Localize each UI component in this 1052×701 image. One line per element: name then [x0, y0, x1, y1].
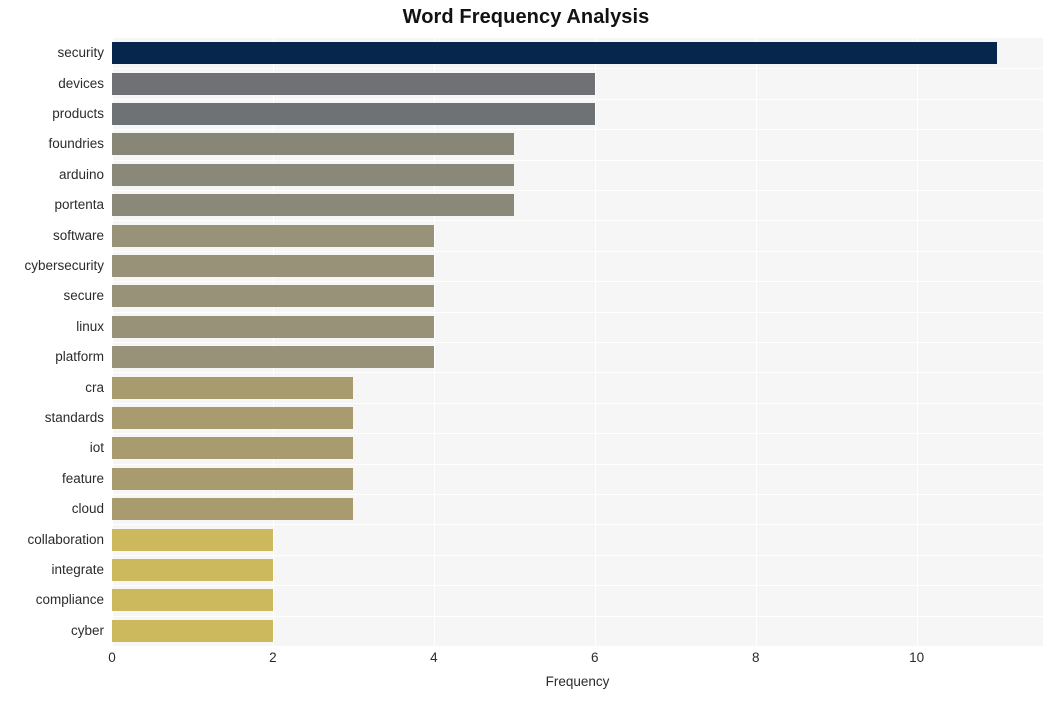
- y-gridline: [112, 433, 1043, 435]
- y-axis-tick-label: integrate: [51, 562, 104, 577]
- y-axis-tick-label: secure: [63, 288, 104, 304]
- y-axis-tick-label: iot: [89, 440, 104, 456]
- y-gridline: [112, 98, 1043, 100]
- y-gridline: [112, 311, 1043, 313]
- y-axis-tick-label: cra: [85, 379, 104, 395]
- bar[interactable]: [112, 619, 273, 642]
- y-axis-tick-label: software: [52, 227, 104, 243]
- plot-area: [112, 38, 1043, 646]
- bar[interactable]: [112, 255, 434, 277]
- bar[interactable]: [112, 407, 354, 429]
- bar[interactable]: [112, 528, 273, 551]
- y-gridline: [112, 615, 1043, 617]
- y-gridline: [112, 554, 1043, 556]
- y-axis-tick-label: devices: [58, 75, 104, 91]
- y-gridline: [112, 159, 1043, 161]
- chart-figure: Word Frequency Analysis security devices p…: [0, 0, 1052, 701]
- x-axis-tick-label: 2: [269, 650, 277, 665]
- bar[interactable]: [112, 224, 434, 247]
- bar[interactable]: [112, 498, 354, 521]
- y-axis-tick-label: portenta: [54, 197, 104, 213]
- y-axis-tick-label: products: [52, 106, 104, 121]
- x-axis-tick-label: 8: [751, 650, 760, 665]
- y-axis-tick-label: standards: [44, 410, 104, 425]
- y-gridline: [112, 342, 1043, 343]
- y-axis-tick-label: security: [57, 45, 104, 61]
- x-axis-title: Frequency: [545, 674, 610, 689]
- y-axis-tick-label: foundries: [48, 136, 104, 152]
- bar[interactable]: [112, 559, 273, 581]
- y-gridline: [112, 220, 1043, 222]
- y-axis-tick-label: arduino: [58, 166, 104, 182]
- y-gridline: [112, 250, 1043, 252]
- y-gridline: [112, 524, 1043, 526]
- bar[interactable]: [112, 437, 354, 460]
- y-axis-tick-label: linux: [76, 318, 104, 334]
- bar[interactable]: [112, 72, 595, 95]
- bar[interactable]: [112, 103, 595, 125]
- y-gridline: [112, 281, 1043, 283]
- y-axis-tick-label: compliance: [35, 592, 104, 608]
- y-gridline: [112, 190, 1043, 191]
- y-gridline: [112, 585, 1043, 587]
- y-axis-tick-label: feature: [61, 470, 104, 486]
- y-axis-tick-label: platform: [55, 349, 104, 365]
- x-axis-tick-labels: 0 2 4 6 8 10: [0, 650, 1052, 672]
- y-gridline: [112, 129, 1043, 131]
- bar[interactable]: [112, 376, 354, 399]
- x-axis-tick-label: 4: [430, 650, 438, 665]
- bar[interactable]: [112, 194, 515, 217]
- bar[interactable]: [112, 163, 515, 186]
- y-gridline: [112, 372, 1043, 374]
- y-axis-tick-label: cyber: [70, 622, 104, 638]
- y-axis-tick-label: cybersecurity: [24, 258, 104, 273]
- x-axis-tick-label: 10: [909, 650, 925, 665]
- x-axis-tick-label: 0: [108, 650, 116, 665]
- y-gridline: [112, 494, 1043, 495]
- chart-title: Word Frequency Analysis: [402, 6, 650, 28]
- y-axis-tick-labels: security devices products foundries arduino p…: [0, 38, 104, 646]
- bar[interactable]: [112, 42, 998, 65]
- y-gridline: [112, 68, 1043, 70]
- y-gridline: [112, 463, 1043, 465]
- x-axis-tick-label: 6: [591, 650, 599, 665]
- y-axis-tick-label: cloud: [71, 501, 104, 517]
- bar[interactable]: [112, 589, 273, 612]
- bar[interactable]: [112, 467, 354, 490]
- bar[interactable]: [112, 315, 434, 338]
- bar[interactable]: [112, 133, 515, 156]
- y-gridline: [112, 402, 1043, 404]
- y-axis-tick-label: collaboration: [27, 531, 104, 547]
- bar[interactable]: [112, 346, 434, 369]
- bar[interactable]: [112, 285, 434, 308]
